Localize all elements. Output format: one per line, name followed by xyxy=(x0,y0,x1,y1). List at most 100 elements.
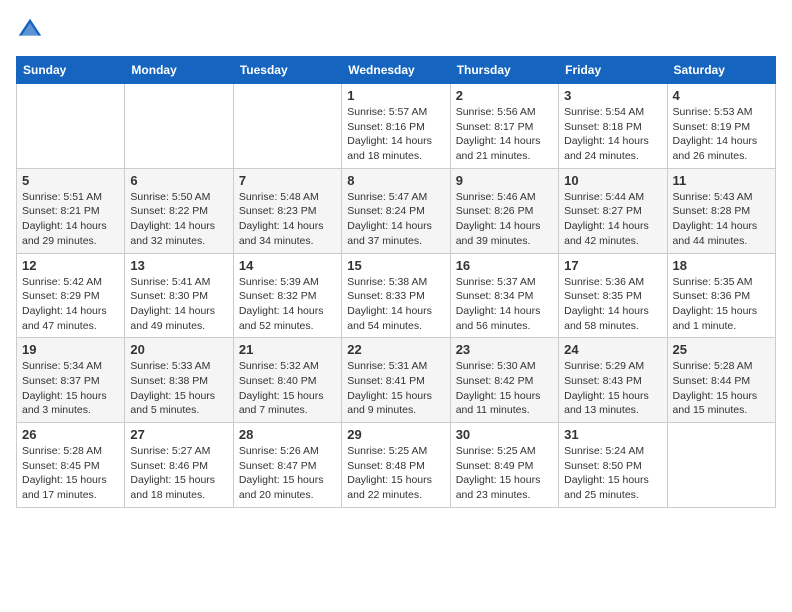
calendar-day-header: Sunday xyxy=(17,57,125,84)
calendar-cell xyxy=(233,84,341,169)
day-info: Sunrise: 5:56 AMSunset: 8:17 PMDaylight:… xyxy=(456,105,553,164)
calendar-cell xyxy=(17,84,125,169)
day-info: Sunrise: 5:57 AMSunset: 8:16 PMDaylight:… xyxy=(347,105,444,164)
day-number: 31 xyxy=(564,427,661,442)
calendar-cell: 9 Sunrise: 5:46 AMSunset: 8:26 PMDaylight… xyxy=(450,168,558,253)
day-info: Sunrise: 5:41 AMSunset: 8:30 PMDaylight:… xyxy=(130,275,227,334)
day-info: Sunrise: 5:39 AMSunset: 8:32 PMDaylight:… xyxy=(239,275,336,334)
day-number: 5 xyxy=(22,173,119,188)
day-number: 7 xyxy=(239,173,336,188)
day-info: Sunrise: 5:48 AMSunset: 8:23 PMDaylight:… xyxy=(239,190,336,249)
day-info: Sunrise: 5:29 AMSunset: 8:43 PMDaylight:… xyxy=(564,359,661,418)
day-number: 12 xyxy=(22,258,119,273)
day-info: Sunrise: 5:36 AMSunset: 8:35 PMDaylight:… xyxy=(564,275,661,334)
day-info: Sunrise: 5:46 AMSunset: 8:26 PMDaylight:… xyxy=(456,190,553,249)
calendar-cell: 29Sunrise: 5:25 AMSunset: 8:48 PMDayligh… xyxy=(342,423,450,508)
calendar-cell: 10 Sunrise: 5:44 AMSunset: 8:27 PMDayligh… xyxy=(559,168,667,253)
day-info: Sunrise: 5:34 AMSunset: 8:37 PMDaylight:… xyxy=(22,359,119,418)
calendar-cell: 8 Sunrise: 5:47 AMSunset: 8:24 PMDaylight… xyxy=(342,168,450,253)
calendar-day-header: Monday xyxy=(125,57,233,84)
day-number: 18 xyxy=(673,258,770,273)
calendar-week-row: 5Sunrise: 5:51 AMSunset: 8:21 PMDaylight… xyxy=(17,168,776,253)
calendar-cell: 24 Sunrise: 5:29 AMSunset: 8:43 PMDayligh… xyxy=(559,338,667,423)
calendar-day-header: Tuesday xyxy=(233,57,341,84)
calendar-day-header: Friday xyxy=(559,57,667,84)
day-info: Sunrise: 5:37 AMSunset: 8:34 PMDaylight:… xyxy=(456,275,553,334)
calendar-day-header: Thursday xyxy=(450,57,558,84)
calendar-cell: 19 Sunrise: 5:34 AMSunset: 8:37 PMDayligh… xyxy=(17,338,125,423)
day-info: Sunrise: 5:25 AMSunset: 8:48 PMDaylight:… xyxy=(347,444,444,503)
calendar-cell: 7 Sunrise: 5:48 AMSunset: 8:23 PMDaylight… xyxy=(233,168,341,253)
day-number: 30 xyxy=(456,427,553,442)
calendar-cell: 14 Sunrise: 5:39 AMSunset: 8:32 PMDayligh… xyxy=(233,253,341,338)
calendar-cell: 22 Sunrise: 5:31 AMSunset: 8:41 PMDayligh… xyxy=(342,338,450,423)
calendar-cell: 15 Sunrise: 5:38 AMSunset: 8:33 PMDayligh… xyxy=(342,253,450,338)
day-number: 10 xyxy=(564,173,661,188)
calendar-cell: 5Sunrise: 5:51 AMSunset: 8:21 PMDaylight… xyxy=(17,168,125,253)
calendar-cell xyxy=(667,423,775,508)
calendar-cell: 6 Sunrise: 5:50 AMSunset: 8:22 PMDaylight… xyxy=(125,168,233,253)
day-number: 20 xyxy=(130,342,227,357)
day-number: 4 xyxy=(673,88,770,103)
day-info: Sunrise: 5:28 AMSunset: 8:45 PMDaylight:… xyxy=(22,444,119,503)
day-number: 23 xyxy=(456,342,553,357)
calendar-week-row: 12 Sunrise: 5:42 AMSunset: 8:29 PMDayligh… xyxy=(17,253,776,338)
day-number: 24 xyxy=(564,342,661,357)
day-info: Sunrise: 5:28 AMSunset: 8:44 PMDaylight:… xyxy=(673,359,770,418)
day-info: Sunrise: 5:26 AMSunset: 8:47 PMDaylight:… xyxy=(239,444,336,503)
calendar-day-header: Saturday xyxy=(667,57,775,84)
calendar-cell: 13Sunrise: 5:41 AMSunset: 8:30 PMDayligh… xyxy=(125,253,233,338)
calendar-cell: 12 Sunrise: 5:42 AMSunset: 8:29 PMDayligh… xyxy=(17,253,125,338)
day-info: Sunrise: 5:44 AMSunset: 8:27 PMDaylight:… xyxy=(564,190,661,249)
day-number: 11 xyxy=(673,173,770,188)
calendar-day-header: Wednesday xyxy=(342,57,450,84)
logo-icon xyxy=(16,16,44,44)
calendar-cell: 20 Sunrise: 5:33 AMSunset: 8:38 PMDayligh… xyxy=(125,338,233,423)
day-info: Sunrise: 5:38 AMSunset: 8:33 PMDaylight:… xyxy=(347,275,444,334)
calendar-cell: 17 Sunrise: 5:36 AMSunset: 8:35 PMDayligh… xyxy=(559,253,667,338)
day-number: 3 xyxy=(564,88,661,103)
calendar-cell: 25 Sunrise: 5:28 AMSunset: 8:44 PMDayligh… xyxy=(667,338,775,423)
calendar-cell: 23Sunrise: 5:30 AMSunset: 8:42 PMDayligh… xyxy=(450,338,558,423)
day-number: 19 xyxy=(22,342,119,357)
day-number: 2 xyxy=(456,88,553,103)
calendar-cell: 16Sunrise: 5:37 AMSunset: 8:34 PMDayligh… xyxy=(450,253,558,338)
day-info: Sunrise: 5:50 AMSunset: 8:22 PMDaylight:… xyxy=(130,190,227,249)
day-info: Sunrise: 5:42 AMSunset: 8:29 PMDaylight:… xyxy=(22,275,119,334)
day-number: 26 xyxy=(22,427,119,442)
day-info: Sunrise: 5:31 AMSunset: 8:41 PMDaylight:… xyxy=(347,359,444,418)
calendar-week-row: 26 Sunrise: 5:28 AMSunset: 8:45 PMDayligh… xyxy=(17,423,776,508)
calendar-cell: 4 Sunrise: 5:53 AMSunset: 8:19 PMDaylight… xyxy=(667,84,775,169)
day-number: 25 xyxy=(673,342,770,357)
calendar-cell: 21Sunrise: 5:32 AMSunset: 8:40 PMDayligh… xyxy=(233,338,341,423)
day-info: Sunrise: 5:54 AMSunset: 8:18 PMDaylight:… xyxy=(564,105,661,164)
calendar-week-row: 1Sunrise: 5:57 AMSunset: 8:16 PMDaylight… xyxy=(17,84,776,169)
day-info: Sunrise: 5:33 AMSunset: 8:38 PMDaylight:… xyxy=(130,359,227,418)
day-info: Sunrise: 5:53 AMSunset: 8:19 PMDaylight:… xyxy=(673,105,770,164)
day-number: 22 xyxy=(347,342,444,357)
day-number: 15 xyxy=(347,258,444,273)
day-number: 17 xyxy=(564,258,661,273)
day-info: Sunrise: 5:35 AMSunset: 8:36 PMDaylight:… xyxy=(673,275,770,334)
calendar-cell: 27Sunrise: 5:27 AMSunset: 8:46 PMDayligh… xyxy=(125,423,233,508)
calendar-cell: 18 Sunrise: 5:35 AMSunset: 8:36 PMDayligh… xyxy=(667,253,775,338)
day-info: Sunrise: 5:32 AMSunset: 8:40 PMDaylight:… xyxy=(239,359,336,418)
day-info: Sunrise: 5:25 AMSunset: 8:49 PMDaylight:… xyxy=(456,444,553,503)
day-number: 27 xyxy=(130,427,227,442)
calendar-table: SundayMondayTuesdayWednesdayThursdayFrid… xyxy=(16,56,776,508)
calendar-cell: 28 Sunrise: 5:26 AMSunset: 8:47 PMDayligh… xyxy=(233,423,341,508)
calendar-cell: 26 Sunrise: 5:28 AMSunset: 8:45 PMDayligh… xyxy=(17,423,125,508)
day-info: Sunrise: 5:47 AMSunset: 8:24 PMDaylight:… xyxy=(347,190,444,249)
calendar-header-row: SundayMondayTuesdayWednesdayThursdayFrid… xyxy=(17,57,776,84)
calendar-cell: 30 Sunrise: 5:25 AMSunset: 8:49 PMDayligh… xyxy=(450,423,558,508)
day-number: 9 xyxy=(456,173,553,188)
day-number: 28 xyxy=(239,427,336,442)
page-header xyxy=(16,16,776,44)
calendar-cell: 2 Sunrise: 5:56 AMSunset: 8:17 PMDaylight… xyxy=(450,84,558,169)
day-number: 14 xyxy=(239,258,336,273)
calendar-cell xyxy=(125,84,233,169)
day-number: 6 xyxy=(130,173,227,188)
logo xyxy=(16,16,48,44)
calendar-body: 1Sunrise: 5:57 AMSunset: 8:16 PMDaylight… xyxy=(17,84,776,508)
day-number: 8 xyxy=(347,173,444,188)
